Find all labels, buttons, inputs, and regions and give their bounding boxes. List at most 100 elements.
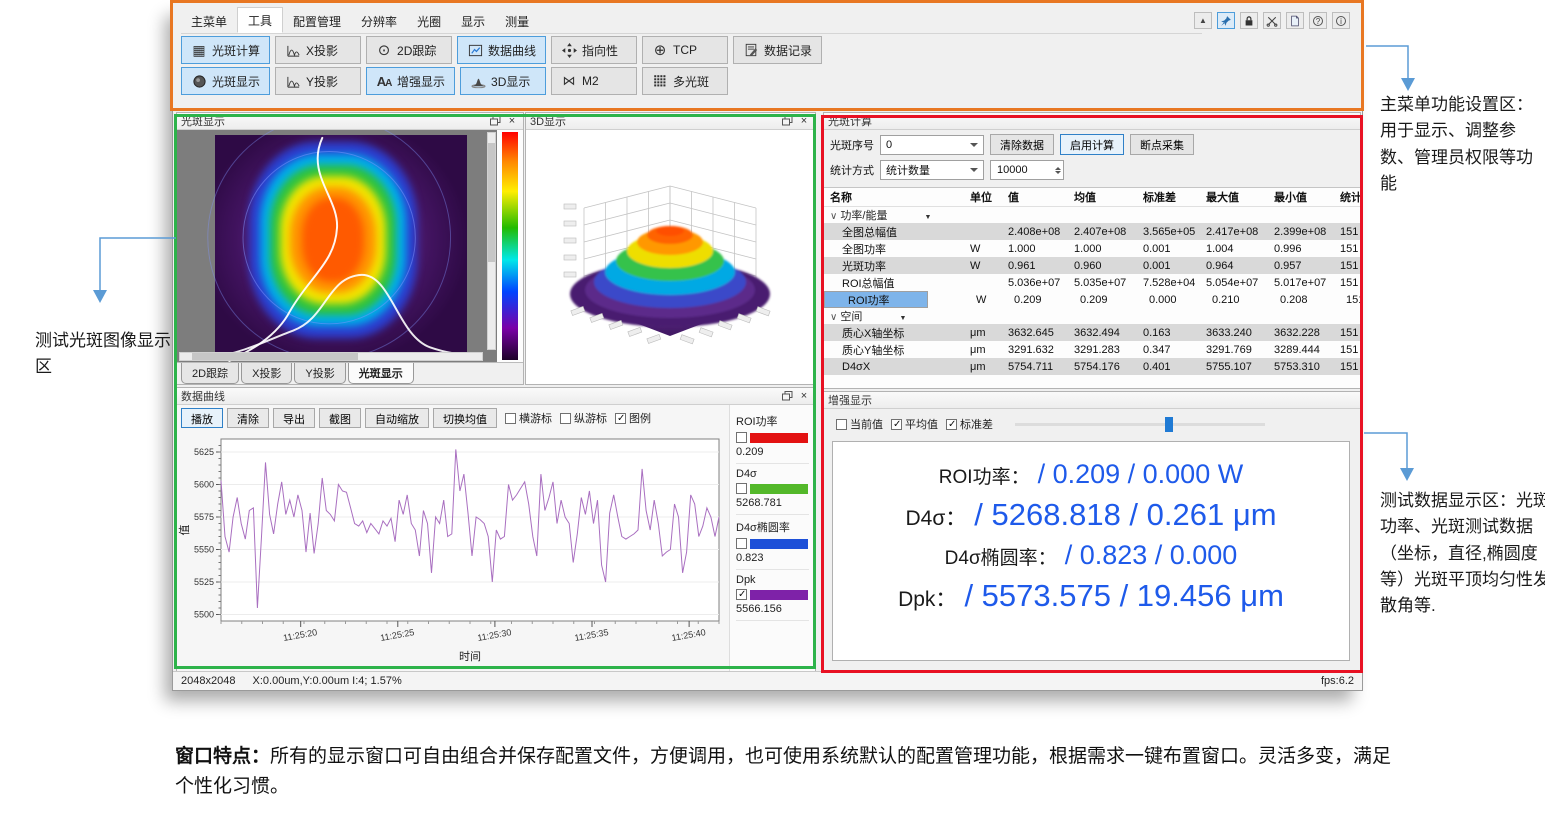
tab-光斑显示[interactable]: 光斑显示	[348, 363, 414, 384]
tool-指向性[interactable]: 指向性	[551, 36, 637, 64]
legend-checkbox[interactable]	[736, 483, 747, 494]
tool-多光斑[interactable]: 多光斑	[642, 67, 728, 95]
calc-btn-启用计算[interactable]: 启用计算	[1060, 134, 1124, 155]
curve-btn-导出[interactable]: 导出	[273, 408, 315, 428]
menu-item-显示[interactable]: 显示	[451, 9, 495, 33]
tool-数据曲线[interactable]: 数据曲线	[457, 36, 546, 64]
checkbox-icon	[560, 413, 571, 424]
lock-icon[interactable]	[1240, 12, 1258, 29]
enhance-slider[interactable]	[1015, 423, 1265, 426]
close-icon[interactable]: ×	[797, 115, 811, 128]
legend-name: D4σ	[736, 468, 809, 480]
table-row-ROI总幅值[interactable]: ROI总幅值5.036e+075.035e+077.528e+045.054e+…	[824, 274, 1360, 291]
collapse-icon[interactable]: ▲	[1194, 12, 1212, 29]
tool-label: X投影	[306, 42, 338, 59]
curve-btn-截图[interactable]: 截图	[319, 408, 361, 428]
float-icon[interactable]	[780, 115, 794, 128]
enhance-checkbox-当前值[interactable]: 当前值	[836, 416, 883, 432]
tool-label: 数据记录	[764, 42, 812, 59]
menu-item-分辨率[interactable]: 分辨率	[351, 9, 407, 33]
menu-item-测量[interactable]: 测量	[495, 9, 539, 33]
tool-Y投影[interactable]: Y投影	[275, 67, 361, 95]
pin-icon[interactable]	[1217, 12, 1235, 29]
readout-label: D4σ：	[905, 507, 966, 530]
calc-btn-清除数据[interactable]: 清除数据	[990, 134, 1054, 155]
curve-checkbox-横游标[interactable]: 横游标	[505, 410, 552, 426]
help-icon[interactable]: ?	[1309, 12, 1327, 29]
table-row-ROI功率[interactable]: ROI功率W0.2090.2090.0000.2100.208151	[824, 291, 928, 308]
enhance-panel-title: 增强显示	[828, 392, 872, 408]
curve-checkbox-图例[interactable]: 图例	[615, 410, 651, 426]
tool-label: 光斑计算	[212, 42, 260, 59]
tab-X投影[interactable]: X投影	[241, 363, 292, 384]
tab-Y投影[interactable]: Y投影	[294, 363, 345, 384]
table-group-功率/能量[interactable]: ∨ 功率/能量 ▼	[824, 207, 1360, 223]
enhance-checkbox-标准差[interactable]: 标准差	[946, 416, 993, 432]
table-row-光斑功率[interactable]: 光斑功率W0.9610.9600.0010.9640.957151	[824, 257, 1360, 274]
checkbox-icon	[615, 413, 626, 424]
vertical-scrollbar[interactable]	[487, 132, 496, 350]
tool-3D显示[interactable]: 3D显示	[460, 67, 546, 95]
tool-2D跟踪[interactable]: ⊙2D跟踪	[366, 36, 452, 64]
table-row-质心X轴坐标[interactable]: 质心X轴坐标μm3632.6453632.4940.1633633.240363…	[824, 324, 1360, 341]
info-icon[interactable]: i	[1332, 12, 1350, 29]
table-group-空间[interactable]: ∨ 空间 ▼	[824, 308, 1360, 324]
readout-2: D4σ椭圆率：/ 0.823 / 0.000	[833, 540, 1349, 571]
readout-value: / 0.209 / 0.000 W	[1038, 459, 1244, 489]
enhance-checkbox-平均值[interactable]: 平均值	[891, 416, 938, 432]
beam-image-canvas[interactable]	[177, 130, 497, 362]
legend-checkbox[interactable]	[736, 589, 747, 600]
legend-value: 5566.156	[736, 603, 809, 615]
curve-btn-播放[interactable]: 播放	[181, 408, 223, 428]
3d-panel-titlebar: 3D显示 ×	[526, 113, 815, 130]
table-row-质心Y轴坐标[interactable]: 质心Y轴坐标μm3291.6323291.2830.3473291.769328…	[824, 341, 1360, 358]
curve-btn-自动缩放[interactable]: 自动缩放	[365, 408, 429, 428]
legend-color-bar	[750, 433, 808, 443]
menu-item-主菜单[interactable]: 主菜单	[181, 9, 237, 33]
colorbar	[502, 132, 518, 360]
tool-光斑计算[interactable]: ▦ 光斑计算	[181, 36, 270, 64]
slider-knob[interactable]	[1165, 417, 1173, 432]
beam-seq-select[interactable]: 0	[880, 135, 984, 155]
tool-X投影[interactable]: X投影	[275, 36, 361, 64]
close-icon[interactable]: ×	[505, 115, 519, 128]
tab-2D跟踪[interactable]: 2D跟踪	[181, 363, 239, 384]
2d-tracking-icon: ⊙	[376, 42, 392, 58]
readout-value: / 5573.575 / 19.456 μm	[964, 578, 1283, 613]
stat-count-spinner[interactable]: 10000	[990, 160, 1064, 180]
readout-label: D4σ椭圆率：	[945, 548, 1057, 569]
tool-label: Y投影	[306, 73, 338, 90]
curve-btn-切换均值[interactable]: 切换均值	[433, 408, 497, 428]
cut-icon[interactable]	[1263, 12, 1281, 29]
stat-mode-select[interactable]: 统计数量	[880, 160, 984, 180]
legend-checkbox[interactable]	[736, 538, 747, 549]
legend-name: ROI功率	[736, 413, 809, 429]
table-row-全图功率[interactable]: 全图功率W1.0001.0000.0011.0040.996151	[824, 240, 1360, 257]
horizontal-scrollbar[interactable]	[179, 352, 483, 361]
data-record-icon	[743, 42, 759, 58]
menu-item-工具[interactable]: 工具	[237, 7, 283, 33]
curve-checkbox-纵游标[interactable]: 纵游标	[560, 410, 607, 426]
document-icon[interactable]	[1286, 12, 1304, 29]
legend-checkbox[interactable]	[736, 432, 747, 443]
calculator-icon: ▦	[191, 42, 207, 58]
tool-TCP[interactable]: ⊕TCP	[642, 36, 728, 64]
table-row-D4σX[interactable]: D4σXμm5754.7115754.1760.4015755.1075753.…	[824, 358, 1360, 375]
tool-光斑显示[interactable]: 光斑显示	[181, 67, 270, 95]
tool-M2[interactable]: ⋈M2	[551, 67, 637, 95]
close-icon[interactable]: ×	[797, 390, 811, 403]
menu-item-光圈[interactable]: 光圈	[407, 9, 451, 33]
calc-btn-断点采集[interactable]: 断点采集	[1130, 134, 1194, 155]
float-icon[interactable]	[488, 115, 502, 128]
footer-text: 所有的显示窗口可自由组合并保存配置文件，方便调用，也可使用系统默认的配置管理功能…	[175, 746, 1391, 797]
table-row-全图总幅值[interactable]: 全图总幅值2.408e+082.407e+083.565e+052.417e+0…	[824, 223, 1360, 240]
data-curve-chart[interactable]: 55005525555055755600562511:25:2011:25:25…	[177, 431, 727, 663]
curve-btn-清除[interactable]: 清除	[227, 408, 269, 428]
tool-数据记录[interactable]: 数据记录	[733, 36, 822, 64]
tool-增强显示[interactable]: AA增强显示	[366, 67, 455, 95]
menu-item-配置管理[interactable]: 配置管理	[283, 9, 351, 33]
3d-surface-plot[interactable]	[526, 130, 815, 384]
float-icon[interactable]	[780, 390, 794, 403]
svg-text:5500: 5500	[194, 610, 214, 620]
calc-table: 名称单位值均值标准差最大值最小值统计数量∨ 功率/能量 ▼全图总幅值2.408e…	[824, 187, 1360, 388]
